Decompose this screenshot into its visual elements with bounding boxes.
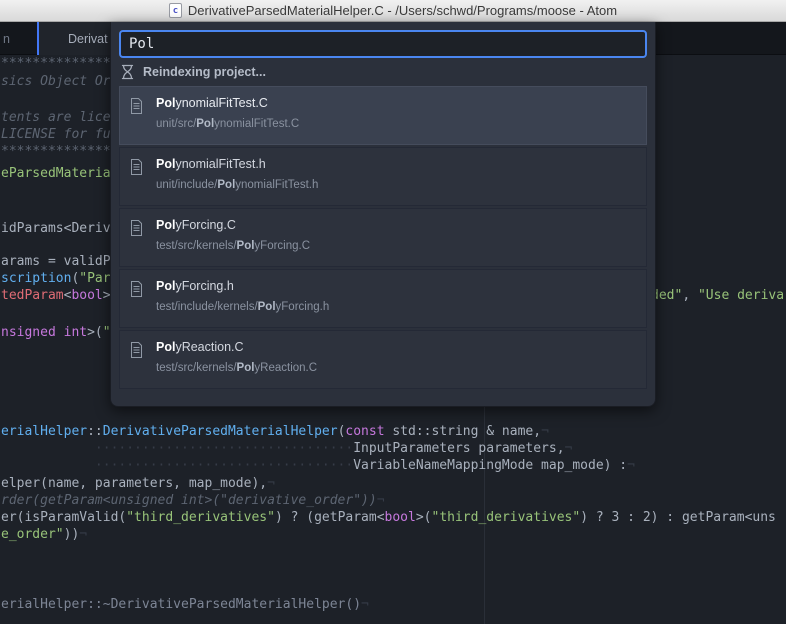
result-filepath: test/src/kernels/PolyForcing.C (156, 240, 311, 252)
result-filepath: test/src/kernels/PolyReaction.C (156, 362, 318, 374)
code-line: ded", "Use deriva (651, 288, 785, 303)
code-line: tents are lice (1, 110, 111, 125)
file-icon (130, 159, 143, 180)
code-line: idParams<Deriv (1, 221, 111, 236)
code-line: scription("Par (1, 271, 111, 286)
tab-partial-left[interactable]: n (3, 22, 10, 55)
code-line: nsigned int>(" (1, 325, 111, 340)
title-bar: c DerivativeParsedMaterialHelper.C - /Us… (0, 0, 786, 22)
atom-window: c DerivativeParsedMaterialHelper.C - /Us… (0, 0, 786, 624)
result-item[interactable]: PolynomialFitTest.C unit/src/PolynomialF… (119, 86, 647, 145)
file-icon (130, 220, 143, 241)
result-filename: PolyForcing.h (156, 279, 234, 293)
result-item[interactable]: PolynomialFitTest.h unit/include/Polynom… (119, 147, 647, 206)
reindexing-status-label: Reindexing project... (143, 65, 266, 79)
result-filepath: unit/include/PolynomialFitTest.h (156, 179, 319, 191)
code-line: e_order"))¬ (1, 527, 88, 542)
result-filepath: test/include/kernels/PolyForcing.h (156, 301, 330, 313)
code-line: eParsedMateria (1, 166, 111, 181)
code-line: sics Object Or (1, 74, 111, 89)
file-icon (130, 98, 143, 119)
code-line: rder(getParam<unsigned int>("derivative_… (1, 493, 385, 508)
result-filename: PolynomialFitTest.h (156, 157, 266, 171)
window-title: DerivativeParsedMaterialHelper.C - /User… (187, 3, 618, 18)
code-line: er(isParamValid("third_derivatives") ? (… (1, 510, 776, 525)
result-item[interactable]: PolyForcing.h test/include/kernels/PolyF… (119, 269, 647, 328)
code-line: ·································InputPa… (94, 441, 573, 456)
code-line: arams = validP (1, 254, 111, 269)
fuzzy-finder-results: PolynomialFitTest.C unit/src/PolynomialF… (119, 86, 647, 389)
code-line: tedParam<bool> (1, 288, 111, 303)
fuzzy-finder-panel: Reindexing project... PolynomialFitTest.… (110, 22, 656, 407)
code-line: ·································Variabl… (94, 458, 635, 473)
result-item[interactable]: PolyForcing.C test/src/kernels/PolyForci… (119, 208, 647, 267)
code-line: LICENSE for fu (1, 127, 111, 142)
fuzzy-finder-input[interactable] (119, 30, 647, 58)
result-filename: PolynomialFitTest.C (156, 96, 268, 110)
result-item[interactable]: PolyReaction.C test/src/kernels/PolyReac… (119, 330, 647, 389)
code-line: ************** (1, 144, 111, 159)
file-icon (130, 342, 143, 363)
code-line: erialHelper::~DerivativeParsedMaterialHe… (1, 597, 369, 612)
result-filename: PolyForcing.C (156, 218, 236, 232)
code-line: ************** (1, 56, 111, 71)
file-icon (130, 281, 143, 302)
reindexing-status: Reindexing project... (119, 58, 647, 86)
code-line: elper(name, parameters, map_mode),¬ (1, 476, 275, 491)
result-filepath: unit/src/PolynomialFitTest.C (156, 118, 300, 130)
result-filename: PolyReaction.C (156, 340, 244, 354)
code-line: erialHelper::DerivativeParsedMaterialHel… (1, 424, 549, 439)
c-file-icon: c (168, 3, 182, 18)
hourglass-icon (121, 64, 134, 80)
